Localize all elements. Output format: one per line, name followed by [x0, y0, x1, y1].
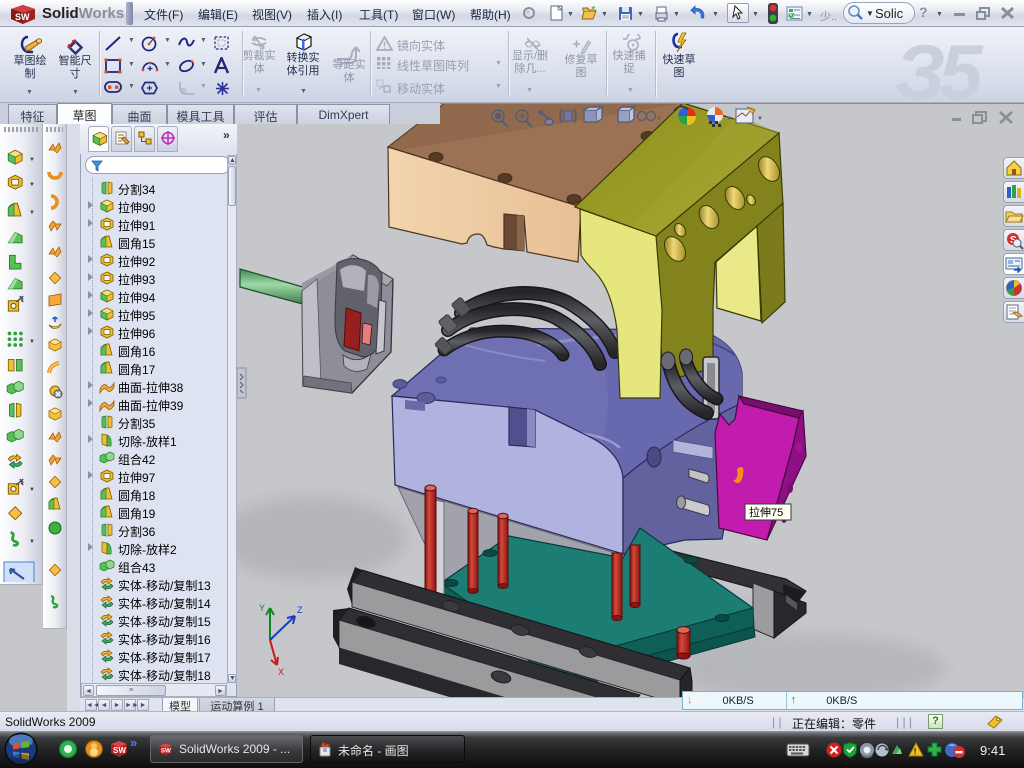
svg-text:▼: ▼ — [29, 539, 35, 545]
svg-text:▼: ▼ — [29, 339, 35, 345]
svg-text:▼: ▼ — [29, 157, 35, 163]
svg-text:Y: Y — [259, 603, 265, 613]
svg-text:拉伸75: 拉伸75 — [749, 505, 783, 519]
svg-text:▼: ▼ — [726, 116, 732, 122]
svg-text:▼: ▼ — [757, 116, 763, 122]
svg-text:▼: ▼ — [29, 182, 35, 188]
svg-text:▼: ▼ — [29, 487, 35, 493]
svg-text:Z: Z — [297, 605, 303, 615]
svg-text:SW: SW — [113, 746, 126, 755]
svg-text:!: ! — [914, 747, 917, 757]
svg-text:SW: SW — [161, 748, 171, 755]
svg-text:▼: ▼ — [29, 210, 35, 216]
svg-text:X: X — [278, 667, 284, 677]
svg-text:▼: ▼ — [656, 116, 662, 122]
svg-text:SW: SW — [15, 12, 30, 22]
